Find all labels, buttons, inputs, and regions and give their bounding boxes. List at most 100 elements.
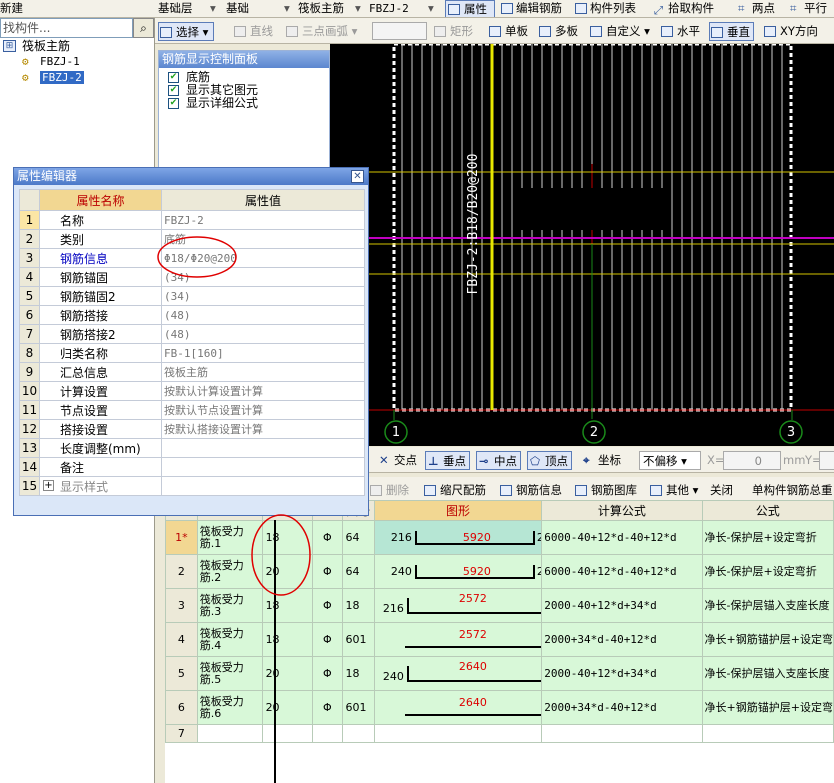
rebar-grade[interactable]: Φ xyxy=(312,622,343,657)
two-points-button[interactable]: ⌗ 两点 xyxy=(736,0,775,17)
rebar-grade[interactable]: Φ xyxy=(312,588,343,623)
pick-component-button[interactable]: ⤢ 拾取构件 xyxy=(652,0,714,17)
rebar-library-button[interactable]: 钢筋图库 xyxy=(574,481,637,500)
chevron-down-icon[interactable]: ▾ xyxy=(210,0,216,17)
shape-cell[interactable]: 216 5920 216 xyxy=(373,520,543,555)
floor-dropdown[interactable]: 基础层 xyxy=(158,0,193,17)
property-value[interactable]: (48) xyxy=(161,305,365,325)
shape-cell[interactable]: 2572216 xyxy=(373,622,543,657)
figure-number[interactable] xyxy=(341,724,375,743)
figure-number[interactable]: 601 xyxy=(341,690,375,725)
arc-option-dropdown[interactable] xyxy=(372,22,427,40)
tree-root[interactable]: ⊞ 筏板主筋 xyxy=(2,38,84,54)
property-value[interactable] xyxy=(161,438,365,458)
rebar-diameter[interactable]: 18 xyxy=(261,520,314,555)
delete-button[interactable]: 删除 xyxy=(369,481,409,500)
property-row[interactable]: 6 钢筋搭接 (48) xyxy=(19,305,365,325)
property-row[interactable]: 7 钢筋搭接2 (48) xyxy=(19,324,365,344)
figure-number[interactable]: 601 xyxy=(341,622,375,657)
search-icon[interactable]: ⌕ xyxy=(133,18,154,38)
search-input[interactable]: 找构件... xyxy=(0,18,133,38)
vertical-button[interactable]: 垂直 xyxy=(709,22,754,41)
rebar-info-button[interactable]: 钢筋信息 xyxy=(499,481,562,500)
property-row[interactable]: 10 计算设置 按默认计算设置计算 xyxy=(19,381,365,401)
rebar-name[interactable]: 筏板受力筋.1 xyxy=(196,520,263,555)
property-value[interactable] xyxy=(161,457,365,477)
property-row[interactable]: 8 归类名称 FB-1[160] xyxy=(19,343,365,363)
property-value[interactable]: Φ18/Φ20@200 xyxy=(161,248,365,268)
shape-cell[interactable] xyxy=(373,724,543,743)
property-value[interactable]: 按默认搭接设置计算 xyxy=(161,419,365,439)
tree-item-fbzj-1[interactable]: ⚙ FBZJ-1 xyxy=(2,54,84,70)
rebar-grade[interactable]: Φ xyxy=(312,656,343,691)
property-value[interactable]: FBZJ-2 xyxy=(161,210,365,230)
custom-button[interactable]: 自定义 ▾ xyxy=(589,22,650,41)
vertex-button[interactable]: ⬠ 顶点 xyxy=(527,451,572,470)
figure-number[interactable]: 18 xyxy=(341,588,375,623)
figure-number[interactable]: 64 xyxy=(341,554,375,589)
scale-rebar-button[interactable]: 缩尺配筋 xyxy=(423,481,486,500)
table-row[interactable]: 4筏板受力筋.418Φ60125722162000+34*d-40+12*d净长… xyxy=(165,622,834,657)
component-list-button[interactable]: 构件列表 xyxy=(574,0,636,17)
xy-direction-button[interactable]: XY方向 xyxy=(763,22,818,41)
table-row[interactable]: 2筏板受力筋.220Φ6424059202406000-40+12*d-40+1… xyxy=(165,554,834,589)
rebar-name[interactable]: 筏板受力筋.6 xyxy=(196,690,263,725)
property-row[interactable]: 5 钢筋锚固2 (34) xyxy=(19,286,365,306)
formula-desc-cell[interactable]: 净长+钢筋锚护层+设定弯 xyxy=(701,622,834,657)
property-value[interactable]: (34) xyxy=(161,267,365,287)
rebar-name[interactable] xyxy=(196,724,263,743)
rebar-diameter[interactable]: 20 xyxy=(261,554,314,589)
row-number[interactable]: 4 xyxy=(165,622,198,657)
formula-desc-cell[interactable]: 净长-保护层锚入支座长度 xyxy=(701,588,834,623)
formula-desc-cell[interactable]: 净长-保护层锚入支座长度 xyxy=(701,656,834,691)
rebar-diameter[interactable]: 20 xyxy=(261,690,314,725)
rebar-name[interactable]: 筏板受力筋.5 xyxy=(196,656,263,691)
perpendicular-button[interactable]: ⊥ 垂点 xyxy=(425,451,470,470)
arc-button[interactable]: 三点画弧 ▾ xyxy=(285,22,357,41)
property-row[interactable]: 12 搭接设置 按默认搭接设置计算 xyxy=(19,419,365,439)
rect-button[interactable]: 矩形 xyxy=(433,22,473,41)
formula-cell[interactable] xyxy=(541,724,703,743)
formula-cell[interactable]: 2000-40+12*d+34*d xyxy=(541,588,703,623)
property-row[interactable]: 9 汇总信息 筏板主筋 xyxy=(19,362,365,382)
property-row[interactable]: 1 名称 FBZJ-2 xyxy=(19,210,365,230)
x-input[interactable]: 0 xyxy=(723,451,781,470)
component-dropdown[interactable]: FBZJ-2 xyxy=(369,0,409,17)
property-value[interactable]: 底筋 xyxy=(161,229,365,249)
formula-cell[interactable]: 2000+34*d-40+12*d xyxy=(541,690,703,725)
property-row[interactable]: 15 + 显示样式 xyxy=(19,476,365,496)
other-button[interactable]: 其他 ▾ xyxy=(649,481,698,500)
formula-cell[interactable]: 2000-40+12*d+34*d xyxy=(541,656,703,691)
rebar-diameter[interactable]: 18 xyxy=(261,588,314,623)
rebar-diameter[interactable]: 18 xyxy=(261,622,314,657)
formula-cell[interactable]: 6000-40+12*d-40+12*d xyxy=(541,520,703,555)
offset-dropdown[interactable]: 不偏移 ▾ xyxy=(639,451,701,470)
rebar-grade[interactable]: Φ xyxy=(312,520,343,555)
row-number[interactable]: 6 xyxy=(165,690,198,725)
row-number[interactable]: 2 xyxy=(165,554,198,589)
drawing-canvas[interactable]: 1 2 3 FBZJ-2:B18/B20@200 xyxy=(330,44,834,446)
checkbox-show-formula[interactable]: ✔ 显示详细公式 xyxy=(166,97,329,110)
summary-button[interactable]: 单构件钢筋总重 xyxy=(749,481,833,500)
rebar-diameter[interactable]: 20 xyxy=(261,656,314,691)
property-value[interactable]: (34) xyxy=(161,286,365,306)
close-icon[interactable]: ✕ xyxy=(351,170,364,183)
formula-desc-cell[interactable]: 净长-保护层+设定弯折 xyxy=(701,520,834,555)
formula-cell[interactable]: 2000+34*d-40+12*d xyxy=(541,622,703,657)
multi-slab-button[interactable]: 多板 xyxy=(538,22,578,41)
table-row[interactable]: 7 xyxy=(165,724,834,743)
row-number[interactable]: 3 xyxy=(165,588,198,623)
shape-cell[interactable]: 2640240 xyxy=(373,690,543,725)
property-value[interactable]: FB-1[160] xyxy=(161,343,365,363)
row-number[interactable]: 1* xyxy=(165,520,198,555)
formula-cell[interactable]: 6000-40+12*d-40+12*d xyxy=(541,554,703,589)
property-row[interactable]: 13 长度调整(mm) xyxy=(19,438,365,458)
y-input[interactable] xyxy=(819,451,834,470)
horizontal-button[interactable]: 水平 xyxy=(660,22,700,41)
category-dropdown[interactable]: 基础 xyxy=(226,0,249,17)
formula-desc-cell[interactable]: 净长+钢筋锚护层+设定弯 xyxy=(701,690,834,725)
single-slab-button[interactable]: 单板 xyxy=(488,22,528,41)
expand-icon[interactable]: + xyxy=(43,480,54,491)
property-value[interactable]: 按默认节点设置计算 xyxy=(161,400,365,420)
table-row[interactable]: 3 筏板受力筋.3 18 Φ 18 216 2572 2000-40+12*d+34*d 净长-… xyxy=(165,588,834,623)
